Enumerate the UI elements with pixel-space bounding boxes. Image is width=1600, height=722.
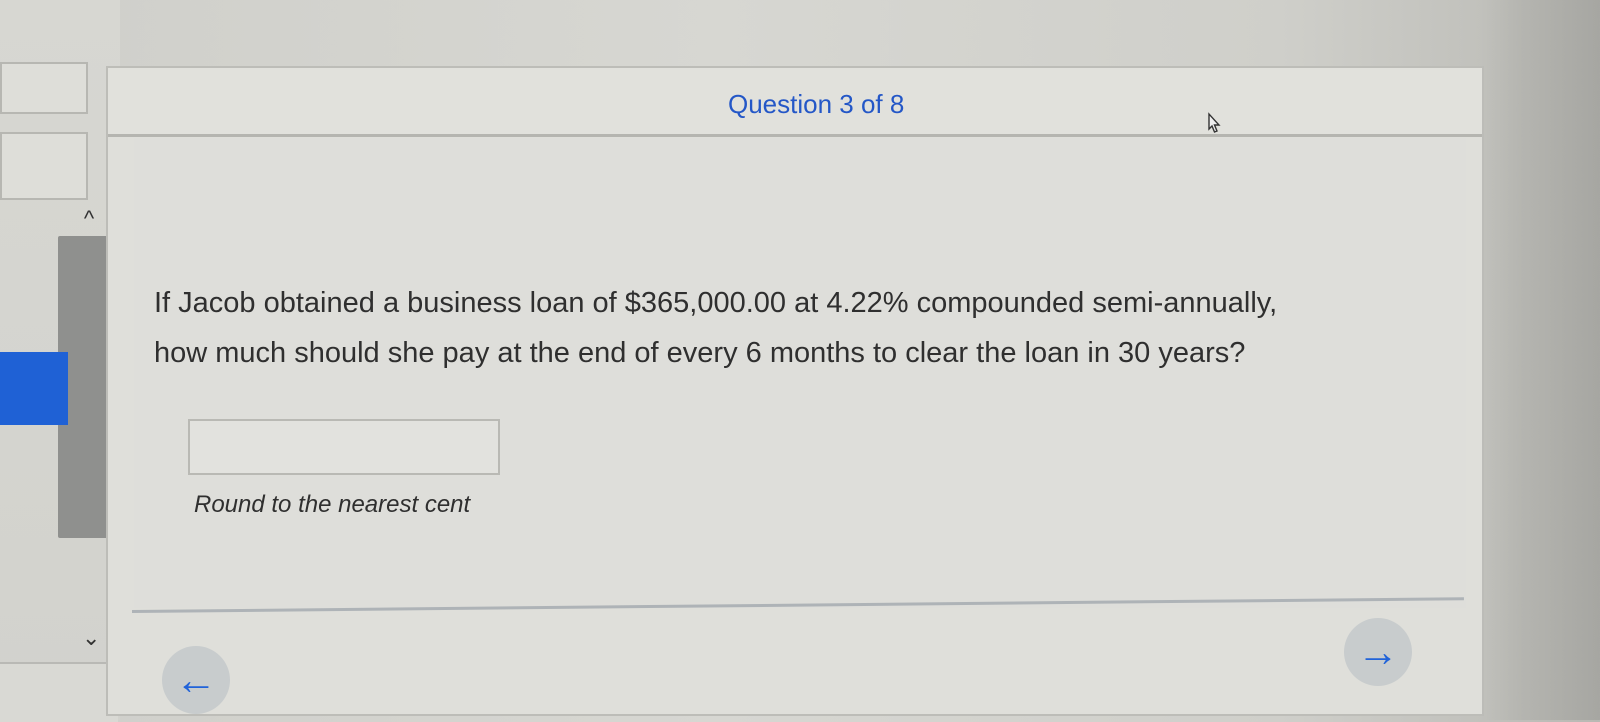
question-header: Question 3 of 8 — [108, 68, 1482, 137]
question-card: Question 3 of 8 If Jacob obtained a busi… — [106, 66, 1484, 716]
back-button[interactable]: ← — [162, 646, 230, 714]
question-text-line-1: If Jacob obtained a business loan of $36… — [154, 287, 1278, 319]
question-counter: Question 3 of 8 — [728, 89, 905, 119]
sidebar-active-marker[interactable] — [0, 352, 68, 425]
chevron-up-icon[interactable]: ^ — [80, 208, 98, 230]
left-rail-lower-panel — [0, 662, 118, 722]
next-button[interactable]: → — [1344, 618, 1412, 686]
right-edge-shadow — [1480, 0, 1600, 720]
left-rail-box-top[interactable] — [0, 62, 88, 114]
left-rail-box-secondary[interactable] — [0, 132, 88, 200]
arrow-left-icon: ← — [175, 656, 217, 703]
chevron-down-icon[interactable]: ⌄ — [82, 627, 100, 649]
answer-input[interactable] — [188, 419, 500, 475]
arrow-right-icon: → — [1357, 628, 1399, 675]
question-text-line-2: how much should she pay at the end of ev… — [154, 337, 1246, 369]
left-rail: ^ ⌄ — [0, 0, 120, 722]
question-content: If Jacob obtained a business loan of $36… — [134, 138, 1466, 608]
question-text: If Jacob obtained a business loan of $36… — [154, 278, 1454, 378]
mouse-cursor-icon — [1202, 112, 1226, 136]
rounding-hint: Round to the nearest cent — [194, 491, 471, 518]
